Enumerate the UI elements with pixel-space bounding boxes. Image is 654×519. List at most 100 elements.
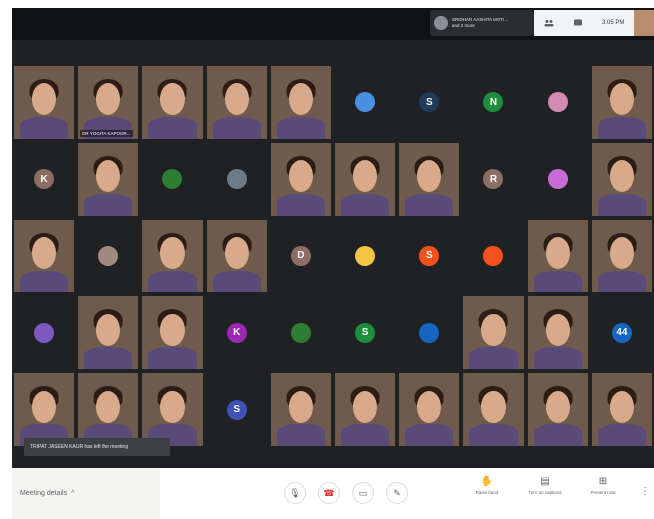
- participant-tile[interactable]: [463, 220, 523, 293]
- participant-tile[interactable]: [591, 66, 652, 139]
- participant-video-face: [609, 160, 634, 193]
- participant-tile[interactable]: S: [399, 220, 459, 293]
- participant-video-face: [160, 237, 185, 270]
- present-button[interactable]: ⊞ Present now: [582, 476, 624, 495]
- participant-tile[interactable]: [14, 219, 75, 293]
- hangup-button[interactable]: ☎: [318, 482, 340, 504]
- participant-avatar: K: [226, 322, 247, 343]
- raise-hand-button[interactable]: ✋ Raise hand: [466, 476, 508, 495]
- participant-tile[interactable]: [527, 219, 588, 293]
- participant-video-face: [96, 83, 121, 116]
- participant-tile[interactable]: [591, 219, 652, 293]
- participant-tile[interactable]: [142, 373, 203, 446]
- participant-video-face: [545, 237, 570, 270]
- participant-video-face: [417, 160, 442, 193]
- participant-tile[interactable]: [271, 296, 331, 369]
- participant-video-face: [288, 390, 313, 423]
- participant-avatar: [547, 169, 568, 190]
- settings-button[interactable]: ✎: [386, 482, 408, 504]
- participant-video-face: [96, 160, 121, 193]
- participant-tile[interactable]: [591, 142, 652, 216]
- participant-video-body: [276, 424, 325, 446]
- participant-tile[interactable]: DR YOGITA KAPOOR...: [78, 66, 139, 139]
- participant-tile[interactable]: [270, 66, 331, 139]
- top-strip: SRIDHAR AASHITA MOTI... and 2 more 3:05 …: [12, 8, 654, 40]
- participant-video-face: [609, 237, 634, 270]
- participant-tile[interactable]: [399, 142, 460, 216]
- participant-video-body: [597, 116, 646, 139]
- presenter-subtitle: and 2 more: [452, 23, 475, 28]
- participant-video-body: [597, 270, 646, 293]
- participant-tile[interactable]: [206, 66, 267, 139]
- participant-video-face: [417, 390, 442, 423]
- participant-video-face: [609, 83, 634, 116]
- participant-tile[interactable]: [528, 143, 588, 216]
- chevron-up-icon: ^: [71, 490, 75, 497]
- participant-tile[interactable]: [335, 373, 396, 446]
- participant-tile[interactable]: S: [335, 296, 395, 369]
- participant-avatar: [355, 92, 376, 113]
- participant-tile[interactable]: N: [463, 66, 523, 139]
- participant-video-face: [481, 313, 506, 346]
- participant-tile[interactable]: [527, 296, 588, 370]
- participant-tile[interactable]: [14, 373, 75, 446]
- presenter-chip[interactable]: SRIDHAR AASHITA MOTI... and 2 more: [430, 10, 534, 36]
- participant-avatar: S: [355, 322, 376, 343]
- participant-tile[interactable]: K: [14, 143, 74, 216]
- participant-video-body: [533, 270, 582, 293]
- participant-tile[interactable]: D: [271, 220, 331, 293]
- participant-video-body: [212, 270, 261, 293]
- participant-tile[interactable]: 44: [592, 296, 652, 369]
- participant-tile[interactable]: [399, 373, 460, 446]
- people-icon[interactable]: [544, 19, 554, 27]
- participant-tile[interactable]: [14, 296, 74, 369]
- participant-tile[interactable]: [270, 373, 331, 446]
- participant-tile[interactable]: [206, 219, 267, 293]
- captions-button[interactable]: ▤ Turn on captions: [524, 476, 566, 495]
- mic-button[interactable]: 🎙: [284, 482, 306, 504]
- participant-tile[interactable]: [527, 373, 588, 446]
- participant-video-face: [353, 160, 378, 193]
- participant-tile[interactable]: S: [207, 373, 267, 446]
- participant-tile[interactable]: [142, 296, 203, 370]
- participant-tile[interactable]: [78, 220, 138, 293]
- participant-tile[interactable]: S: [399, 66, 459, 139]
- participant-avatar: [34, 322, 55, 343]
- participant-avatar: N: [483, 92, 504, 113]
- participant-tile[interactable]: [335, 142, 396, 216]
- participant-video-face: [32, 83, 57, 116]
- right-actions: ✋ Raise hand ▤ Turn on captions ⊞ Presen…: [466, 476, 624, 495]
- participant-tile[interactable]: [142, 66, 203, 139]
- participant-avatar: D: [290, 245, 311, 266]
- meeting-details-button[interactable]: Meeting details ^: [12, 468, 160, 519]
- participant-avatar: R: [483, 169, 504, 190]
- more-options-icon[interactable]: ⋮: [640, 486, 650, 497]
- participant-tile[interactable]: [78, 142, 139, 216]
- camera-button[interactable]: ▭: [352, 482, 374, 504]
- participant-tile[interactable]: [78, 296, 139, 370]
- raise-hand-label: Raise hand: [475, 490, 499, 495]
- participant-tile[interactable]: [463, 373, 524, 446]
- participant-avatar: [226, 169, 247, 190]
- participant-tile[interactable]: [463, 296, 524, 370]
- participant-tile[interactable]: [399, 296, 459, 369]
- participant-tile[interactable]: [142, 219, 203, 293]
- chat-icon[interactable]: [573, 19, 583, 27]
- participant-tile[interactable]: [78, 373, 139, 446]
- participant-tile[interactable]: [207, 143, 267, 216]
- self-view-thumbnail[interactable]: [634, 10, 654, 36]
- participant-tile[interactable]: [591, 373, 652, 446]
- participant-video-body: [597, 193, 646, 216]
- participant-tile[interactable]: [142, 143, 202, 216]
- participant-tile[interactable]: [14, 66, 75, 139]
- participant-tile[interactable]: [335, 220, 395, 293]
- participant-tile[interactable]: [528, 66, 588, 139]
- participant-video-body: [84, 193, 133, 216]
- participant-video-body: [20, 116, 69, 139]
- participant-tile[interactable]: [270, 142, 331, 216]
- participant-video-body: [84, 347, 133, 370]
- participant-tile[interactable]: R: [463, 143, 523, 216]
- participant-tile[interactable]: [335, 66, 395, 139]
- participant-tile[interactable]: K: [207, 296, 267, 369]
- meet-window: SRIDHAR AASHITA MOTI... and 2 more 3:05 …: [12, 8, 654, 519]
